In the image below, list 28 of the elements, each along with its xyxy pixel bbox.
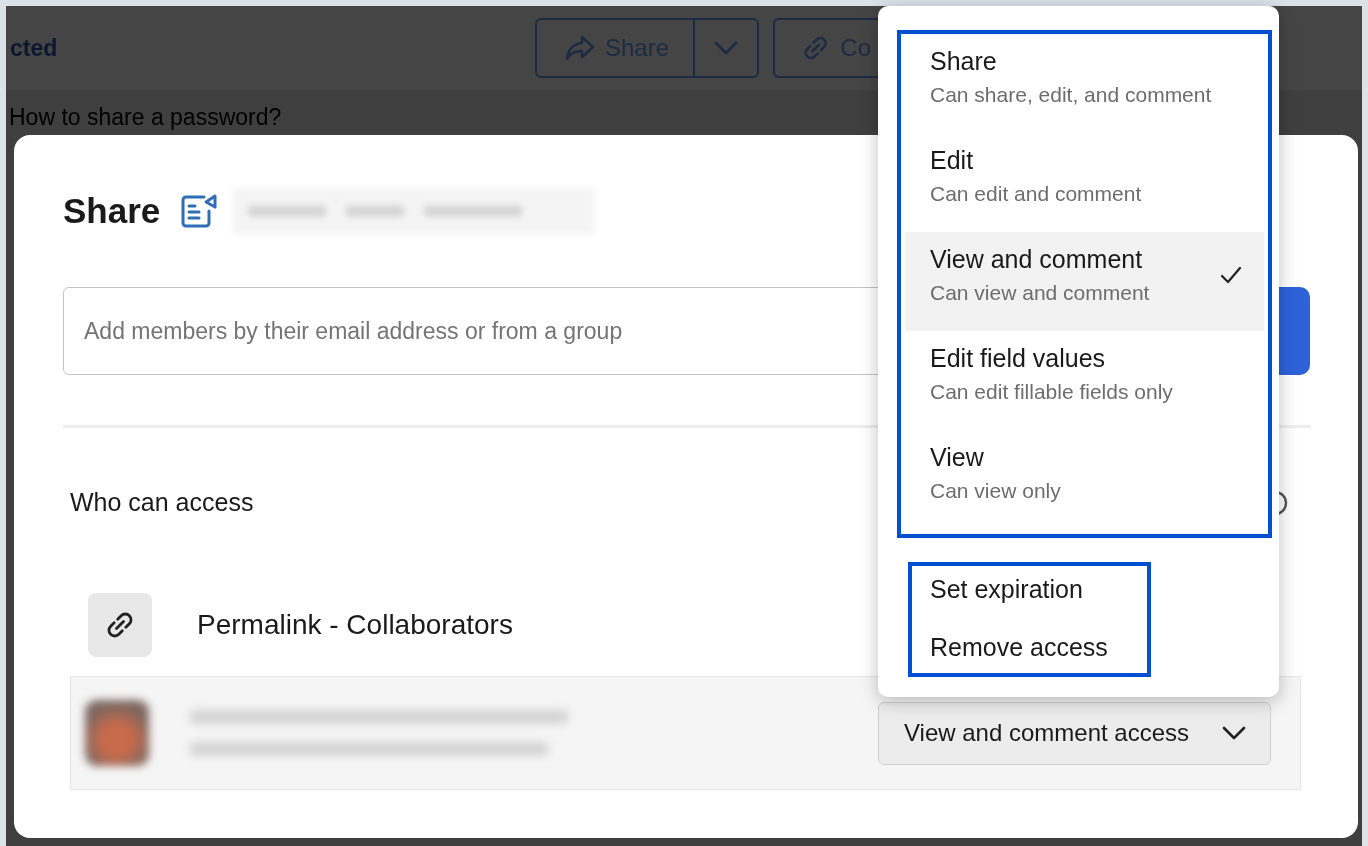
access-dropdown[interactable]: View and comment access xyxy=(878,701,1271,765)
document-icon xyxy=(180,193,219,229)
role-title: Edit xyxy=(930,145,975,176)
role-description: Can share, edit, and comment xyxy=(930,82,1213,108)
check-icon xyxy=(1220,266,1242,284)
chevron-down-icon xyxy=(1222,726,1246,740)
role-description: Can view only xyxy=(930,478,1062,504)
role-title: View and comment xyxy=(930,244,1144,275)
menu-item[interactable]: View Can view only xyxy=(901,430,1264,529)
menu-item[interactable]: Edit Can edit and comment xyxy=(901,133,1264,232)
role-title: Edit field values xyxy=(930,343,1107,374)
role-title: View xyxy=(930,442,985,473)
menu-item[interactable]: View and comment Can view and comment xyxy=(905,232,1264,331)
menu-item[interactable]: Set expiration xyxy=(930,566,1147,612)
role-description: Can edit fillable fields only xyxy=(930,379,1174,405)
role-title: Share xyxy=(930,46,998,77)
role-description: Can edit and comment xyxy=(930,181,1143,207)
header-title: cted xyxy=(9,34,59,62)
chevron-down-icon xyxy=(714,41,739,55)
share-icon xyxy=(565,35,595,61)
permalink-label: Permalink - Collaborators xyxy=(197,609,513,641)
avatar xyxy=(85,700,149,766)
item-title: How to share a password? xyxy=(9,104,283,131)
link-icon xyxy=(106,611,134,639)
dialog-title: Share xyxy=(63,191,161,231)
section-title: Who can access xyxy=(70,488,254,517)
menu-item[interactable]: Share Can share, edit, and comment xyxy=(901,34,1264,133)
menu-item[interactable]: Remove access xyxy=(930,624,1147,670)
